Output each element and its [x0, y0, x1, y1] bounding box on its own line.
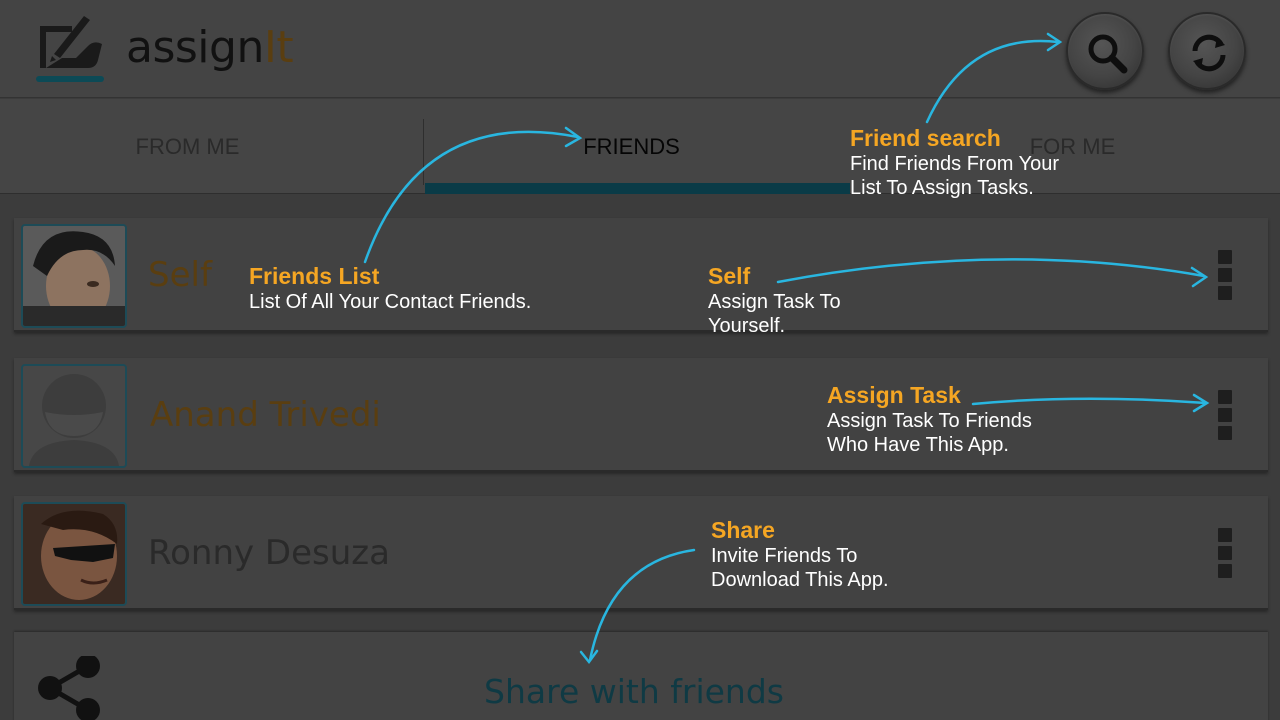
search-button[interactable] — [1066, 12, 1144, 90]
tab-bar: FROM ME FRIENDS FOR ME — [0, 99, 1280, 194]
search-icon — [1088, 34, 1128, 74]
avatar-placeholder-icon — [21, 364, 127, 468]
annotation-share: Share Invite Friends To Download This Ap… — [711, 516, 889, 592]
annotation-text: Invite Friends To Download This App. — [711, 545, 889, 591]
share-with-friends-button[interactable]: Share with friends — [14, 632, 1268, 720]
avatar — [21, 502, 127, 606]
annotation-friends-list: Friends List List Of All Your Contact Fr… — [249, 262, 531, 314]
annotation-text: List Of All Your Contact Friends. — [249, 291, 532, 313]
app-title-highlight: It — [263, 22, 294, 73]
app-title: assignIt — [126, 22, 294, 73]
friend-row-ronny-desuza[interactable]: Ronny Desuza — [14, 496, 1268, 610]
share-label: Share with friends — [484, 672, 784, 711]
annotation-title: Assign Task — [827, 382, 961, 408]
friend-menu-button[interactable] — [1218, 390, 1232, 442]
friend-row-self[interactable]: Self — [14, 218, 1268, 332]
tab-from-me[interactable]: FROM ME — [0, 99, 375, 194]
annotation-self: Self Assign Task To Yourself. — [708, 262, 841, 338]
annotation-title: Friends List — [249, 263, 380, 289]
annotation-title: Friend search — [850, 125, 1001, 151]
friend-name: Self — [148, 255, 212, 295]
app-logo-icon — [32, 10, 108, 88]
friends-list: Self Anand Trivedi Ronny Desuza Share wi… — [0, 194, 1280, 720]
annotation-assign-task: Assign Task Assign Task To Friends Who H… — [827, 381, 1032, 457]
friend-menu-button[interactable] — [1218, 250, 1232, 302]
tab-active-indicator — [425, 183, 850, 194]
friend-name: Anand Trivedi — [150, 395, 381, 435]
friend-row-anand-trivedi[interactable]: Anand Trivedi — [14, 358, 1268, 472]
friend-menu-button[interactable] — [1218, 528, 1232, 580]
tab-divider — [423, 119, 424, 185]
friend-name: Ronny Desuza — [148, 533, 390, 573]
tab-friends[interactable]: FRIENDS — [425, 99, 838, 194]
annotation-title: Share — [711, 517, 775, 543]
app-title-main: assign — [126, 22, 264, 73]
annotation-title: Self — [708, 263, 751, 289]
action-bar: assignIt — [0, 0, 1280, 98]
annotation-text: Assign Task To Yourself. — [708, 291, 841, 337]
annotation-friend-search: Friend search Find Friends From Your Lis… — [850, 124, 1059, 200]
annotation-text: Find Friends From Your List To Assign Ta… — [850, 153, 1059, 199]
annotation-text: Assign Task To Friends Who Have This App… — [827, 410, 1032, 456]
refresh-icon — [1192, 34, 1226, 72]
refresh-button[interactable] — [1168, 12, 1246, 90]
avatar — [21, 224, 127, 328]
